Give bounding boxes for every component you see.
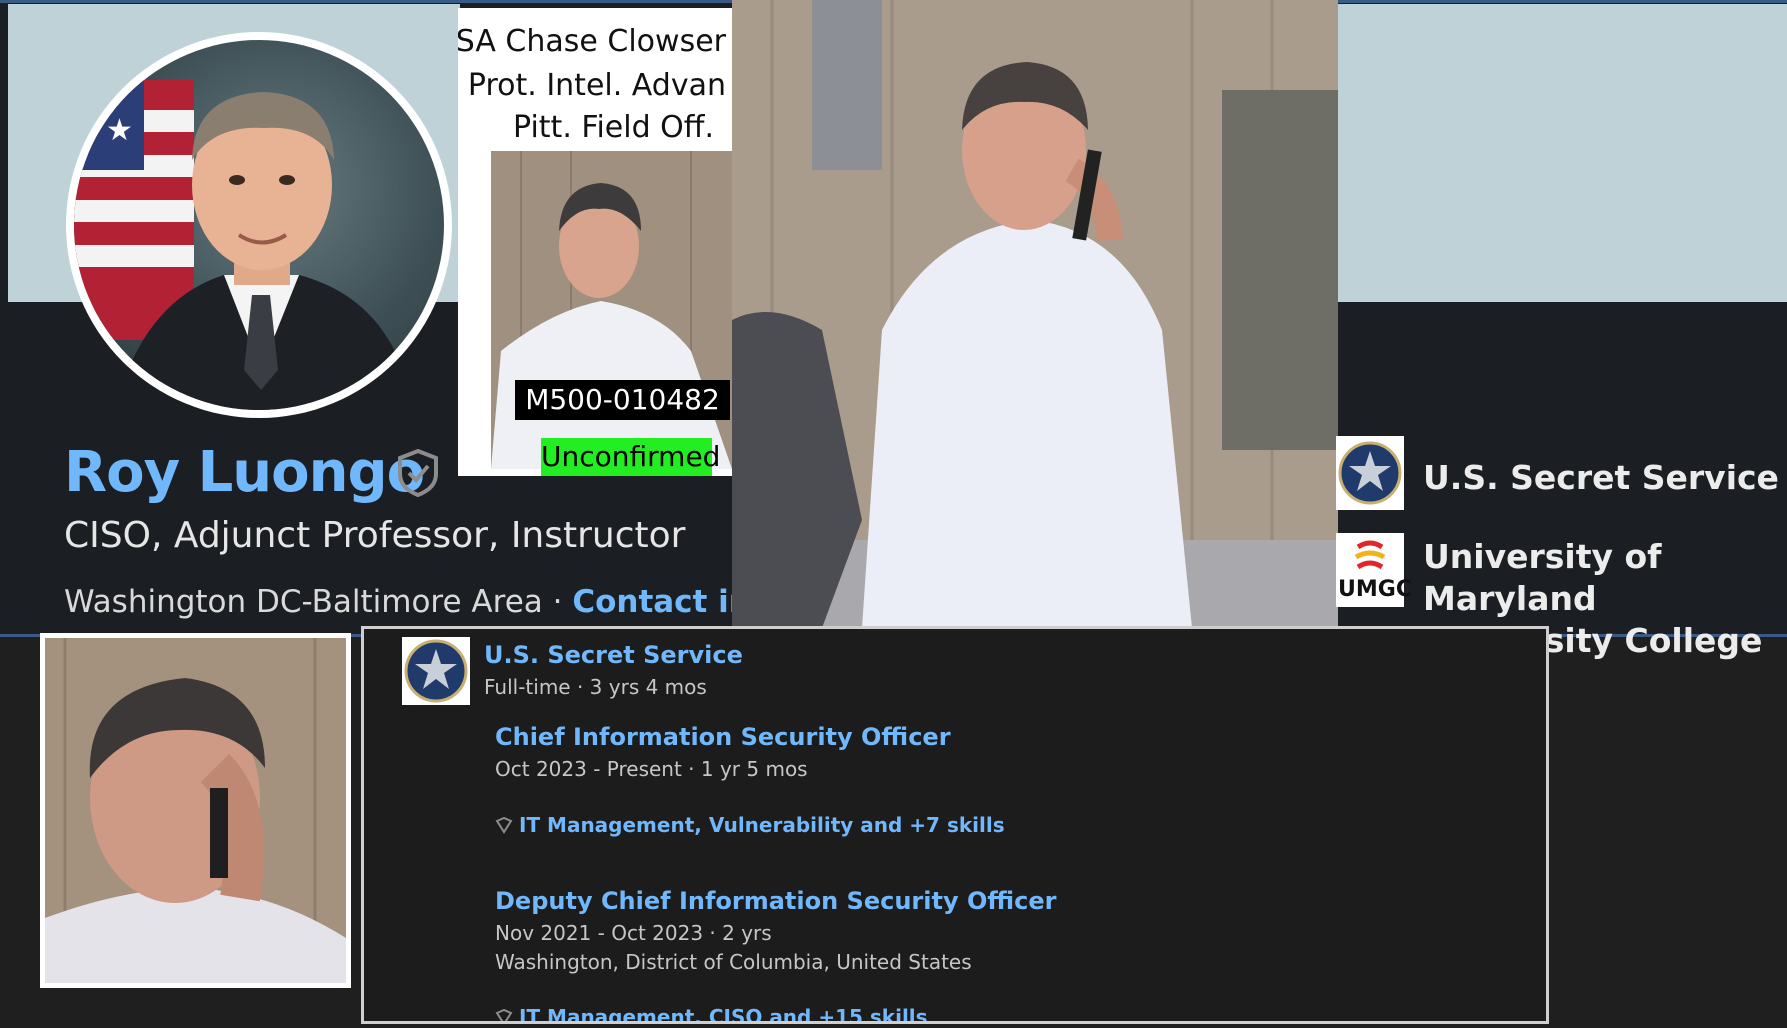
profile-headline: CISO, Adjunct Professor, Instructor bbox=[64, 515, 686, 556]
avatar[interactable]: ★ bbox=[66, 32, 452, 418]
profile-location-row: Washington DC-Baltimore Area · Contact i… bbox=[64, 584, 786, 620]
diamond-icon bbox=[495, 1007, 513, 1021]
id-card-line-2: Prot. Intel. Advan bbox=[467, 68, 726, 103]
org-name-secret-service[interactable]: U.S. Secret Service bbox=[1423, 457, 1779, 499]
role-skills: IT Management, Vulnerability and +7 skil… bbox=[519, 813, 1005, 837]
role-skills-row[interactable]: IT Management, CISO and +15 skills bbox=[495, 1005, 928, 1024]
separator: · bbox=[542, 584, 573, 620]
experience-employment: Full-time · 3 yrs 4 mos bbox=[484, 675, 707, 699]
status-badge: Unconfirmed bbox=[541, 438, 720, 476]
secret-service-star-icon[interactable] bbox=[402, 637, 470, 705]
id-card-line-3: Pitt. Field Off. bbox=[513, 110, 714, 145]
role-dates: Oct 2023 - Present · 1 yr 5 mos bbox=[495, 757, 808, 781]
role-title[interactable]: Chief Information Security Officer bbox=[495, 723, 951, 751]
umgc-logo-text: UMGC bbox=[1338, 577, 1412, 602]
profile-banner-right bbox=[1338, 4, 1787, 302]
closeup-photo-frame bbox=[40, 633, 351, 988]
profile-name: Roy Luongo bbox=[64, 440, 425, 505]
role-skills-row[interactable]: IT Management, Vulnerability and +7 skil… bbox=[495, 813, 1005, 837]
shield-check-icon[interactable] bbox=[396, 448, 440, 498]
umgc-logo[interactable]: UMGC bbox=[1336, 533, 1412, 607]
experience-company[interactable]: U.S. Secret Service bbox=[484, 641, 743, 669]
id-card-photo bbox=[491, 151, 732, 469]
profile-location: Washington DC-Baltimore Area bbox=[64, 584, 543, 620]
experience-card: U.S. Secret Service Full-time · 3 yrs 4 … bbox=[361, 626, 1549, 1024]
id-card-line-1: SA Chase Clowser bbox=[458, 24, 726, 59]
svg-text:★: ★ bbox=[106, 113, 133, 148]
role-title[interactable]: Deputy Chief Information Security Office… bbox=[495, 887, 1056, 915]
portrait-illustration: ★ bbox=[74, 80, 414, 410]
closeup-photo bbox=[45, 638, 346, 983]
role-dates: Nov 2021 - Oct 2023 · 2 yrs bbox=[495, 921, 772, 945]
badge-number: M500-010482 bbox=[515, 380, 730, 420]
secret-service-star-icon[interactable] bbox=[1336, 436, 1404, 510]
role-location: Washington, District of Columbia, United… bbox=[495, 950, 972, 974]
role-skills: IT Management, CISO and +15 skills bbox=[519, 1005, 928, 1024]
surveillance-photo bbox=[732, 0, 1338, 628]
id-card-overlay: SA Chase Clowser Prot. Intel. Advan Pitt… bbox=[458, 8, 732, 476]
diamond-icon bbox=[495, 815, 513, 834]
avatar-photo: ★ bbox=[74, 40, 444, 410]
